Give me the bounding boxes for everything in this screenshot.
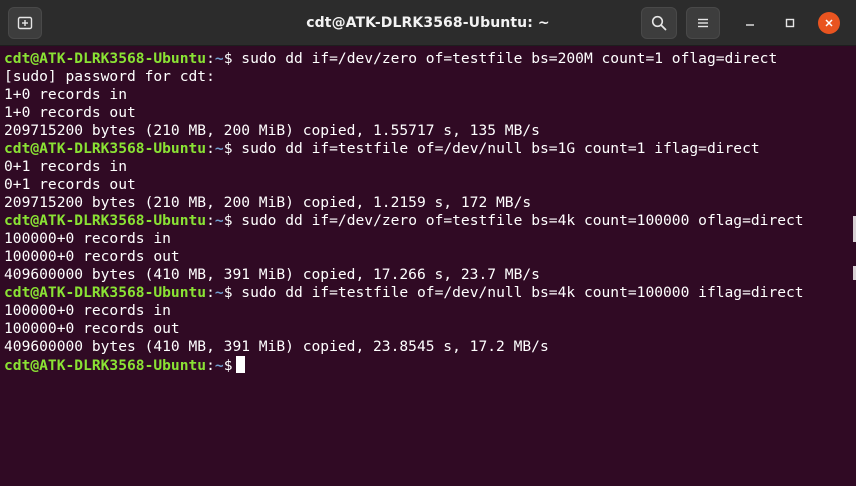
menu-button[interactable]: [686, 7, 720, 39]
prompt-separator: :: [206, 284, 215, 301]
output-line: 209715200 bytes (210 MB, 200 MiB) copied…: [4, 122, 540, 139]
search-icon: [651, 15, 667, 31]
prompt-path: ~: [214, 212, 224, 229]
terminal-window: cdt@ATK-DLRK3568-Ubuntu: ~ cdt@ATK-DLRK3…: [0, 0, 856, 486]
maximize-icon: [785, 18, 795, 28]
prompt-path: ~: [214, 140, 224, 157]
output-line: 0+1 records out: [4, 176, 136, 193]
output-line: [sudo] password for cdt:: [4, 68, 215, 85]
hamburger-menu-icon: [698, 18, 708, 28]
output-line: 1+0 records in: [4, 86, 128, 103]
title-bar[interactable]: cdt@ATK-DLRK3568-Ubuntu: ~: [0, 0, 856, 46]
prompt-separator: :: [206, 140, 215, 157]
terminal-output[interactable]: cdt@ATK-DLRK3568-Ubuntu:~$ sudo dd if=/d…: [0, 47, 856, 486]
prompt-symbol: $: [223, 212, 233, 229]
prompt-user: cdt@ATK-DLRK3568-Ubuntu: [4, 284, 207, 301]
prompt-user: cdt@ATK-DLRK3568-Ubuntu: [4, 212, 207, 229]
maximize-button[interactable]: [778, 11, 802, 35]
prompt-user: cdt@ATK-DLRK3568-Ubuntu: [4, 50, 207, 67]
close-icon: [825, 19, 833, 27]
command-text: sudo dd if=/dev/zero of=testfile bs=4k c…: [241, 212, 804, 229]
prompt-path: ~: [214, 284, 224, 301]
prompt-line: cdt@ATK-DLRK3568-Ubuntu:~$ sudo dd if=te…: [4, 284, 856, 302]
prompt-line: cdt@ATK-DLRK3568-Ubuntu:~$ sudo dd if=/d…: [4, 212, 856, 230]
output-line: 1+0 records out: [4, 104, 136, 121]
minimize-icon: [746, 24, 754, 26]
minimize-button[interactable]: [738, 11, 762, 35]
prompt-path: ~: [214, 50, 224, 67]
output-line: 100000+0 records in: [4, 302, 171, 319]
search-button[interactable]: [641, 7, 677, 39]
command-text: sudo dd if=/dev/zero of=testfile bs=200M…: [241, 50, 778, 67]
prompt-user: cdt@ATK-DLRK3568-Ubuntu: [4, 357, 207, 374]
prompt-symbol: $: [223, 140, 233, 157]
prompt-separator: :: [206, 50, 215, 67]
output-line: 209715200 bytes (210 MB, 200 MiB) copied…: [4, 194, 532, 211]
prompt-separator: :: [206, 212, 215, 229]
prompt-line: cdt@ATK-DLRK3568-Ubuntu:~$ sudo dd if=te…: [4, 140, 856, 158]
output-line: 100000+0 records out: [4, 320, 180, 337]
output-line: 100000+0 records in: [4, 230, 171, 247]
output-line: 0+1 records in: [4, 158, 128, 175]
command-text: sudo dd if=testfile of=/dev/null bs=4k c…: [241, 284, 804, 301]
prompt-symbol: $: [223, 357, 233, 374]
close-button[interactable]: [818, 12, 840, 34]
command-text: sudo dd if=testfile of=/dev/null bs=1G c…: [241, 140, 760, 157]
prompt-user: cdt@ATK-DLRK3568-Ubuntu: [4, 140, 207, 157]
prompt-separator: :: [206, 357, 215, 374]
prompt-line: cdt@ATK-DLRK3568-Ubuntu:~$ sudo dd if=/d…: [4, 50, 856, 68]
prompt-line: cdt@ATK-DLRK3568-Ubuntu:~$: [4, 356, 856, 374]
prompt-path: ~: [214, 357, 224, 374]
window-title: cdt@ATK-DLRK3568-Ubuntu: ~: [306, 15, 550, 31]
output-line: 100000+0 records out: [4, 248, 180, 265]
prompt-symbol: $: [223, 50, 233, 67]
prompt-symbol: $: [223, 284, 233, 301]
output-line: 409600000 bytes (410 MB, 391 MiB) copied…: [4, 266, 540, 283]
output-line: 409600000 bytes (410 MB, 391 MiB) copied…: [4, 338, 549, 355]
text-cursor: [236, 356, 246, 373]
